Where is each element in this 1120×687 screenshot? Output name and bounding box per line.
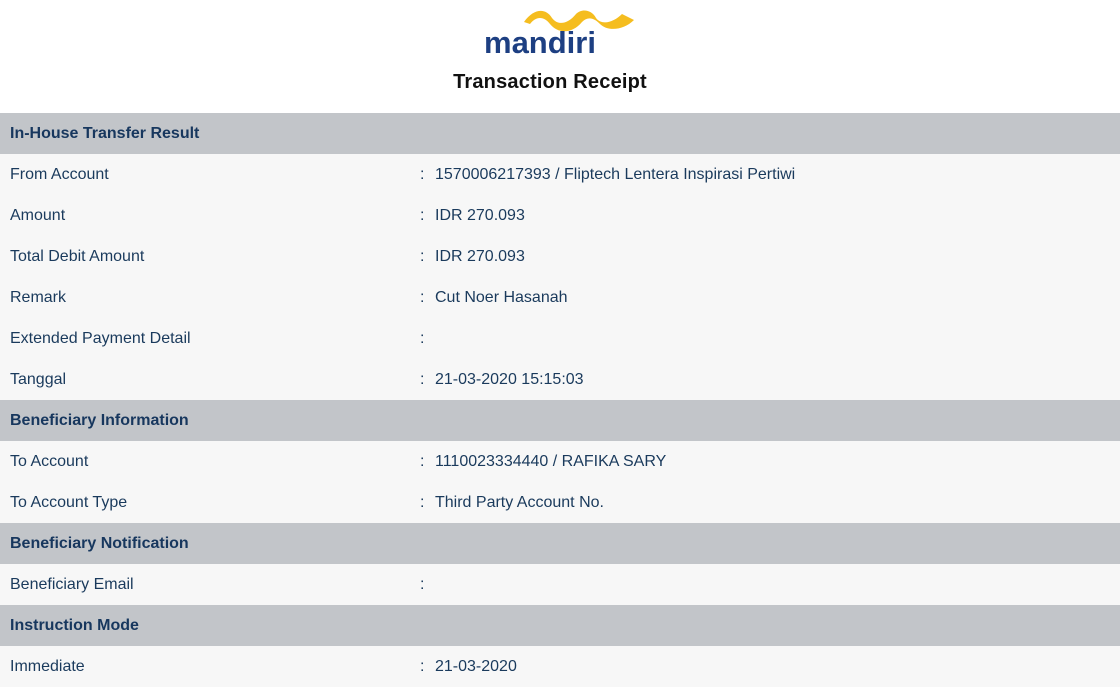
separator: : — [420, 452, 425, 470]
field-value: 21-03-2020 — [435, 657, 517, 675]
field-value: Cut Noer Hasanah — [435, 288, 568, 306]
mandiri-logo: mandiri — [484, 8, 636, 56]
mandiri-logo-mark: mandiri — [484, 10, 634, 56]
receipt-header: mandiri Transaction Receipt — [0, 0, 1120, 113]
separator: : — [420, 329, 425, 347]
field-label: From Account — [10, 165, 109, 183]
field-label: To Account — [10, 452, 89, 470]
page-title: Transaction Receipt — [453, 71, 647, 93]
detail-row-beneficiary-email: Beneficiary Email : — [0, 564, 1120, 605]
field-label: Amount — [10, 206, 66, 224]
separator: : — [420, 288, 425, 306]
separator: : — [420, 206, 425, 224]
detail-row-tanggal: Tanggal : 21-03-2020 15:15:03 — [0, 359, 1120, 400]
detail-row-total-debit-amount: Total Debit Amount : IDR 270.093 — [0, 236, 1120, 277]
separator: : — [420, 370, 425, 388]
separator: : — [420, 493, 425, 511]
detail-row-immediate: Immediate : 21-03-2020 — [0, 646, 1120, 687]
field-label: Tanggal — [10, 370, 67, 388]
field-label: Total Debit Amount — [10, 247, 145, 265]
field-label: Beneficiary Email — [10, 575, 134, 593]
separator: : — [420, 575, 425, 593]
section-title: Beneficiary Information — [10, 411, 189, 429]
section-title: Beneficiary Notification — [10, 534, 189, 552]
section-heading-instruction-mode: Instruction Mode — [0, 605, 1120, 646]
logo-wordmark: mandiri — [484, 25, 596, 56]
section-title: Instruction Mode — [10, 616, 139, 634]
field-label: To Account Type — [10, 493, 128, 511]
section-title: In-House Transfer Result — [10, 124, 200, 142]
detail-row-remark: Remark : Cut Noer Hasanah — [0, 277, 1120, 318]
field-label: Remark — [10, 288, 67, 306]
detail-row-amount: Amount : IDR 270.093 — [0, 195, 1120, 236]
section-heading-transfer-result: In-House Transfer Result — [0, 113, 1120, 154]
field-value: IDR 270.093 — [435, 247, 525, 265]
section-heading-beneficiary-notification: Beneficiary Notification — [0, 523, 1120, 564]
field-value: IDR 270.093 — [435, 206, 525, 224]
detail-row-to-account-type: To Account Type : Third Party Account No… — [0, 482, 1120, 523]
separator: : — [420, 247, 425, 265]
field-value: 1570006217393 / Fliptech Lentera Inspira… — [435, 165, 796, 183]
field-value: 21-03-2020 15:15:03 — [435, 370, 584, 388]
field-label: Extended Payment Detail — [10, 329, 191, 347]
detail-row-extended-payment-detail: Extended Payment Detail : — [0, 318, 1120, 359]
separator: : — [420, 165, 425, 183]
detail-row-from-account: From Account : 1570006217393 / Fliptech … — [0, 154, 1120, 195]
field-value: 1110023334440 / RAFIKA SARY — [435, 452, 667, 470]
field-label: Immediate — [10, 657, 85, 675]
field-value: Third Party Account No. — [435, 493, 604, 511]
detail-row-to-account: To Account : 1110023334440 / RAFIKA SARY — [0, 441, 1120, 482]
separator: : — [420, 657, 425, 675]
section-heading-beneficiary-information: Beneficiary Information — [0, 400, 1120, 441]
